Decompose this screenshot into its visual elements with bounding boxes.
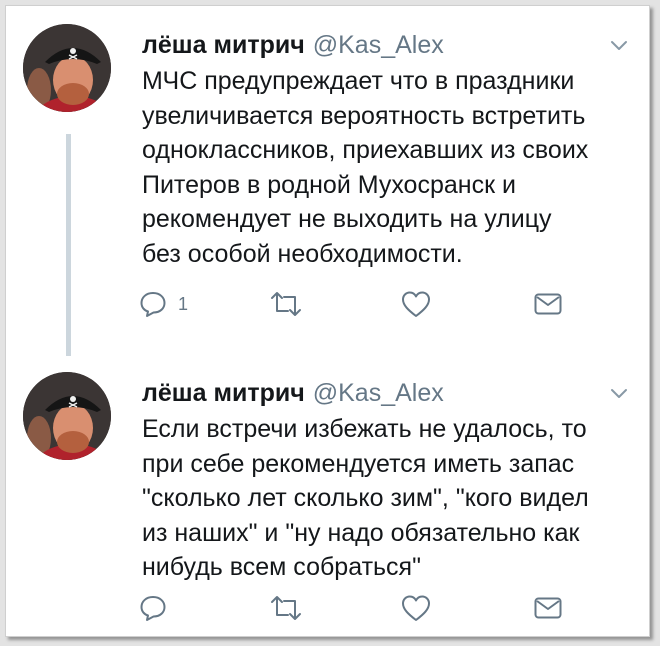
envelope-icon: [533, 291, 563, 317]
like-button[interactable]: [400, 590, 432, 626]
author-handle[interactable]: @Kas_Alex: [313, 379, 444, 407]
author-name[interactable]: лёша митрич: [142, 379, 305, 407]
reply-button[interactable]: 1: [138, 286, 188, 322]
heart-icon: [400, 289, 432, 319]
author-handle[interactable]: @Kas_Alex: [313, 31, 444, 59]
tweet-actions: [138, 590, 588, 626]
avatar[interactable]: [23, 24, 111, 112]
retweet-icon: [268, 593, 304, 623]
tweet[interactable]: лёша митрич @Kas_Alex МЧС предупреждает ч…: [6, 6, 649, 356]
thread-connector-line: [66, 134, 71, 356]
author-name[interactable]: лёша митрич: [142, 31, 305, 59]
retweet-icon: [268, 289, 304, 319]
reply-icon: [138, 289, 168, 319]
chevron-down-icon[interactable]: [609, 386, 629, 400]
tweet-text: МЧС предупреждает что в праздники увелич…: [142, 67, 589, 268]
chevron-down-icon[interactable]: [609, 38, 629, 52]
retweet-button[interactable]: [268, 286, 304, 322]
tweet-text: Если встречи избежать не удалось, то при…: [142, 415, 589, 581]
tweet-header: лёша митрич @Kas_Alex: [142, 379, 444, 407]
like-button[interactable]: [400, 286, 432, 322]
tweet-actions: 1: [138, 286, 588, 322]
avatar[interactable]: [23, 372, 111, 460]
direct-message-button[interactable]: [533, 590, 563, 626]
tweet-header: лёша митрич @Kas_Alex: [142, 31, 444, 59]
tweet[interactable]: лёша митрич @Kas_Alex Если встречи избежа…: [6, 354, 649, 636]
reply-button[interactable]: [138, 590, 178, 626]
reply-icon: [138, 593, 168, 623]
direct-message-button[interactable]: [533, 286, 563, 322]
heart-icon: [400, 593, 432, 623]
retweet-button[interactable]: [268, 590, 304, 626]
envelope-icon: [533, 595, 563, 621]
tweet-thread: лёша митрич @Kas_Alex МЧС предупреждает ч…: [5, 5, 650, 637]
reply-count: 1: [178, 293, 189, 314]
